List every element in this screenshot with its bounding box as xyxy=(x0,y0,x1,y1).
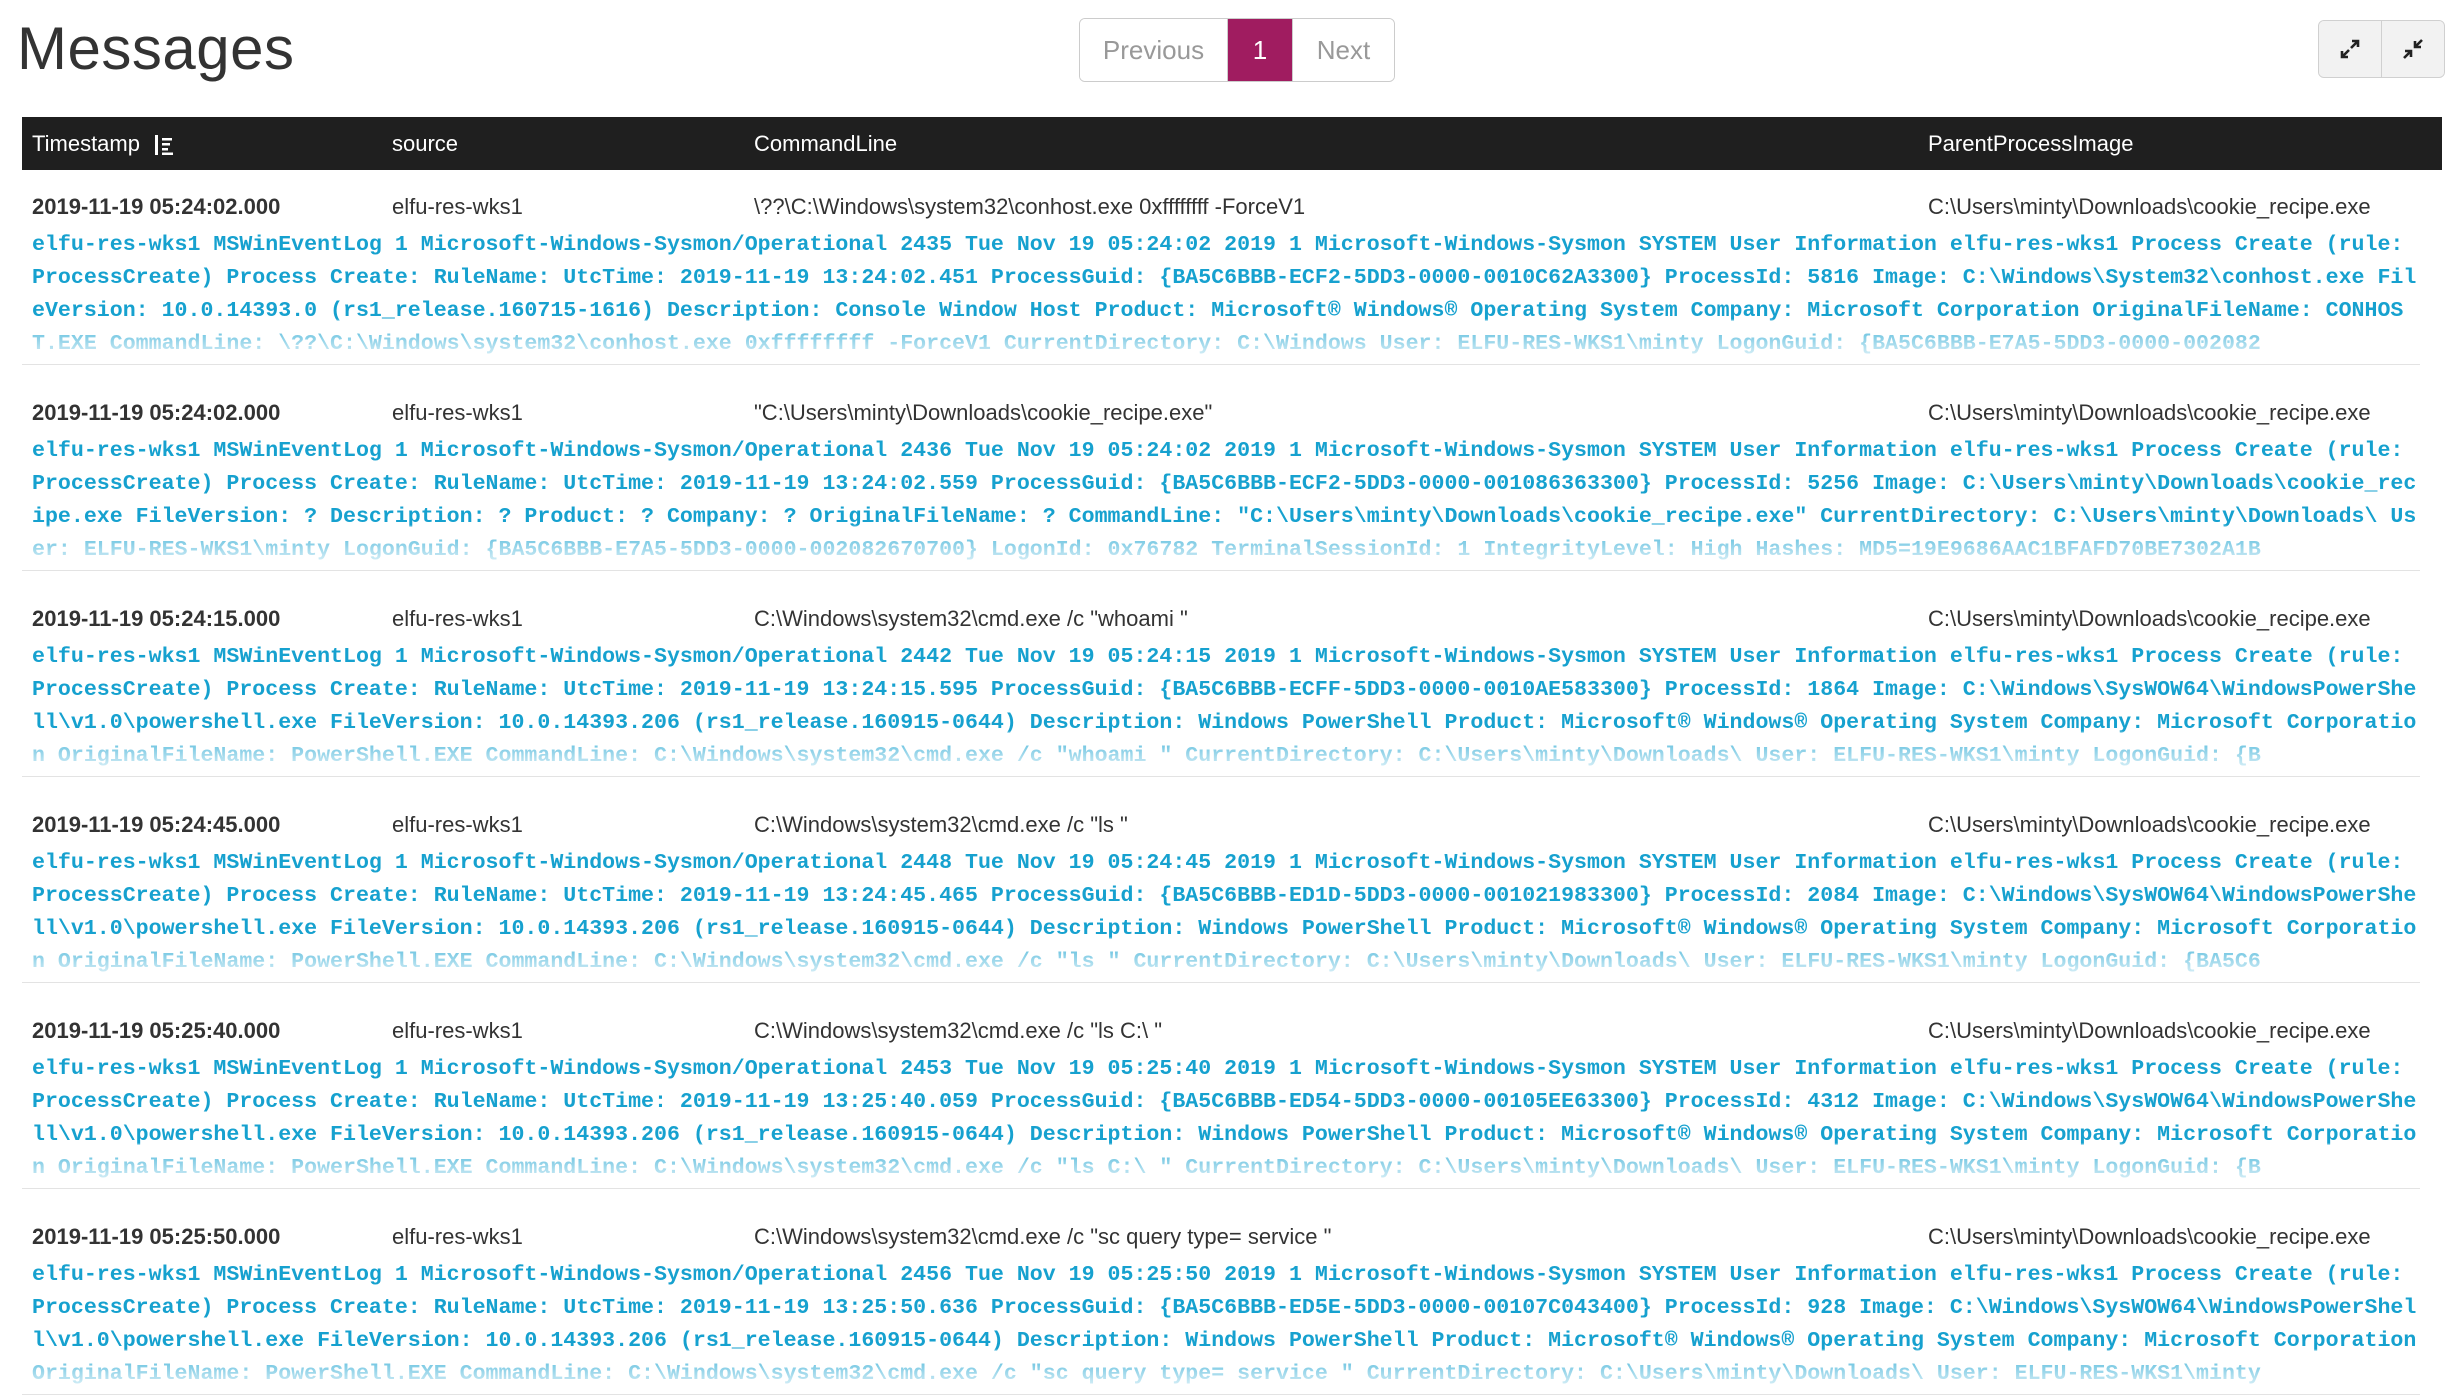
commandline-cell: C:\Windows\system32\cmd.exe /c "whoami " xyxy=(754,606,1188,631)
pagination: Previous 1 Next xyxy=(1079,18,1395,82)
sort-descending-icon[interactable] xyxy=(154,134,174,156)
commandline-cell: \??\C:\Windows\system32\conhost.exe 0xff… xyxy=(754,194,1306,219)
message-row[interactable]: 2019-11-19 05:24:15.000 elfu-res-wks1 C:… xyxy=(22,599,2420,777)
parent-process-cell: C:\Users\minty\Downloads\cookie_recipe.e… xyxy=(1928,400,2371,425)
column-source[interactable]: source xyxy=(392,117,458,170)
collapse-icon xyxy=(2403,39,2423,59)
row-divider xyxy=(22,982,2420,983)
source-cell: elfu-res-wks1 xyxy=(392,400,523,425)
expand-button[interactable] xyxy=(2319,21,2381,77)
parent-process-cell: C:\Users\minty\Downloads\cookie_recipe.e… xyxy=(1928,194,2371,219)
parent-process-cell: C:\Users\minty\Downloads\cookie_recipe.e… xyxy=(1928,606,2371,631)
source-cell: elfu-res-wks1 xyxy=(392,606,523,631)
commandline-cell: C:\Windows\system32\cmd.exe /c "ls C:\ " xyxy=(754,1018,1163,1043)
previous-page-button[interactable]: Previous xyxy=(1080,19,1228,81)
view-toolbar xyxy=(2318,20,2445,78)
next-page-button[interactable]: Next xyxy=(1292,19,1394,81)
page-1-button[interactable]: 1 xyxy=(1228,19,1292,81)
message-row[interactable]: 2019-11-19 05:25:40.000 elfu-res-wks1 C:… xyxy=(22,1011,2420,1189)
column-parentprocessimage[interactable]: ParentProcessImage xyxy=(1928,117,2133,170)
message-fade xyxy=(22,937,2420,983)
row-divider xyxy=(22,1188,2420,1189)
source-cell: elfu-res-wks1 xyxy=(392,194,523,219)
message-fade xyxy=(22,1349,2420,1395)
collapse-button[interactable] xyxy=(2381,21,2444,77)
timestamp-cell: 2019-11-19 05:24:02.000 xyxy=(32,400,281,425)
row-divider xyxy=(22,776,2420,777)
source-cell: elfu-res-wks1 xyxy=(392,1224,523,1249)
commandline-cell: "C:\Users\minty\Downloads\cookie_recipe.… xyxy=(754,400,1213,425)
source-cell: elfu-res-wks1 xyxy=(392,1018,523,1043)
expand-icon xyxy=(2340,39,2360,59)
timestamp-cell: 2019-11-19 05:24:45.000 xyxy=(32,812,281,837)
parent-process-cell: C:\Users\minty\Downloads\cookie_recipe.e… xyxy=(1928,1018,2371,1043)
column-timestamp[interactable]: Timestamp xyxy=(32,117,174,170)
parent-process-cell: C:\Users\minty\Downloads\cookie_recipe.e… xyxy=(1928,1224,2371,1249)
row-divider xyxy=(22,364,2420,365)
commandline-cell: C:\Windows\system32\cmd.exe /c "ls " xyxy=(754,812,1128,837)
timestamp-cell: 2019-11-19 05:25:50.000 xyxy=(32,1224,281,1249)
timestamp-cell: 2019-11-19 05:24:15.000 xyxy=(32,606,281,631)
message-row[interactable]: 2019-11-19 05:24:45.000 elfu-res-wks1 C:… xyxy=(22,805,2420,983)
message-fade xyxy=(22,1143,2420,1189)
commandline-cell: C:\Windows\system32\cmd.exe /c "sc query… xyxy=(754,1224,1332,1249)
column-timestamp-label: Timestamp xyxy=(32,131,140,156)
timestamp-cell: 2019-11-19 05:25:40.000 xyxy=(32,1018,281,1043)
message-fade xyxy=(22,731,2420,777)
source-cell: elfu-res-wks1 xyxy=(392,812,523,837)
column-commandline[interactable]: CommandLine xyxy=(754,117,897,170)
table-header: Timestamp source CommandLine ParentProce… xyxy=(22,117,2442,170)
parent-process-cell: C:\Users\minty\Downloads\cookie_recipe.e… xyxy=(1928,812,2371,837)
message-fade xyxy=(22,525,2420,571)
row-divider xyxy=(22,570,2420,571)
message-row[interactable]: 2019-11-19 05:24:02.000 elfu-res-wks1 \?… xyxy=(22,187,2420,365)
message-row[interactable]: 2019-11-19 05:25:50.000 elfu-res-wks1 C:… xyxy=(22,1217,2420,1395)
message-row[interactable]: 2019-11-19 05:24:02.000 elfu-res-wks1 "C… xyxy=(22,393,2420,571)
message-fade xyxy=(22,319,2420,365)
page-title: Messages xyxy=(17,15,295,82)
timestamp-cell: 2019-11-19 05:24:02.000 xyxy=(32,194,281,219)
